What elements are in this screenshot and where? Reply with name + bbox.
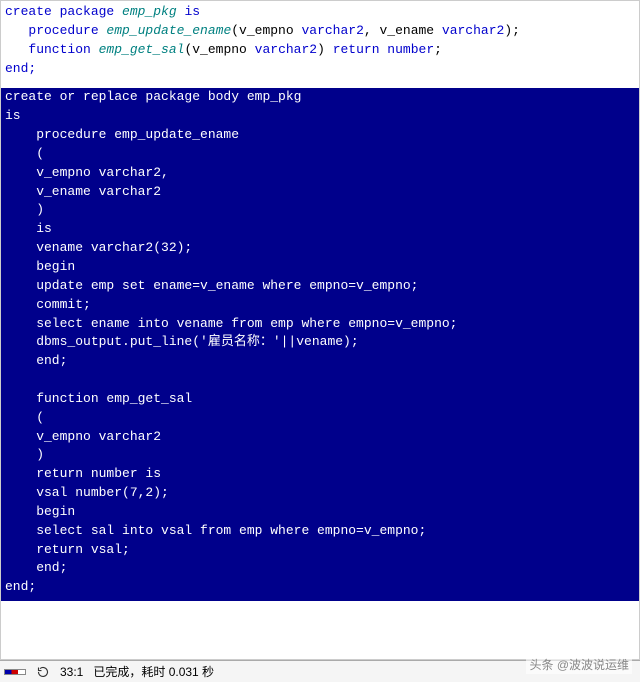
code-line: commit;	[1, 296, 639, 315]
code-line: select sal into vsal from emp where empn…	[1, 522, 639, 541]
code-line: vsal number(7,2);	[1, 484, 639, 503]
code-line: return number is	[1, 465, 639, 484]
package-body-selection: create or replace package body emp_pkgis…	[1, 88, 639, 601]
code-line: begin	[1, 258, 639, 277]
refresh-icon[interactable]	[36, 665, 50, 679]
code-line: select ename into vename from emp where …	[1, 315, 639, 334]
code-line: (	[1, 409, 639, 428]
code-line: end;	[1, 60, 639, 79]
code-line: vename varchar2(32);	[1, 239, 639, 258]
code-line: end;	[1, 559, 639, 578]
code-line: (	[1, 145, 639, 164]
code-line: end;	[1, 578, 639, 597]
code-line: v_ename varchar2	[1, 183, 639, 202]
status-message: 已完成，耗时 0.031 秒	[93, 663, 214, 680]
code-line: v_empno varchar2	[1, 428, 639, 447]
code-line: function emp_get_sal	[1, 390, 639, 409]
progress-indicator	[4, 669, 26, 675]
package-spec-block: create package emp_pkg is procedure emp_…	[1, 1, 639, 78]
code-line: )	[1, 446, 639, 465]
code-line: update emp set ename=v_ename where empno…	[1, 277, 639, 296]
code-line: end;	[1, 352, 639, 371]
code-line: )	[1, 201, 639, 220]
code-line: dbms_output.put_line('雇员名称：'||vename);	[1, 333, 639, 352]
code-line: procedure emp_update_ename	[1, 126, 639, 145]
code-line: procedure emp_update_ename(v_empno varch…	[1, 22, 639, 41]
code-editor[interactable]: create package emp_pkg is procedure emp_…	[0, 0, 640, 660]
code-line: create package emp_pkg is	[1, 3, 639, 22]
code-line: is	[1, 107, 639, 126]
code-line: v_empno varchar2,	[1, 164, 639, 183]
watermark: 头条 @波波说运维	[526, 655, 632, 674]
code-line: function emp_get_sal(v_empno varchar2) r…	[1, 41, 639, 60]
code-line	[1, 371, 639, 390]
code-line: begin	[1, 503, 639, 522]
code-line: is	[1, 220, 639, 239]
code-line: return vsal;	[1, 541, 639, 560]
cursor-position: 33:1	[60, 665, 83, 679]
code-line: create or replace package body emp_pkg	[1, 88, 639, 107]
